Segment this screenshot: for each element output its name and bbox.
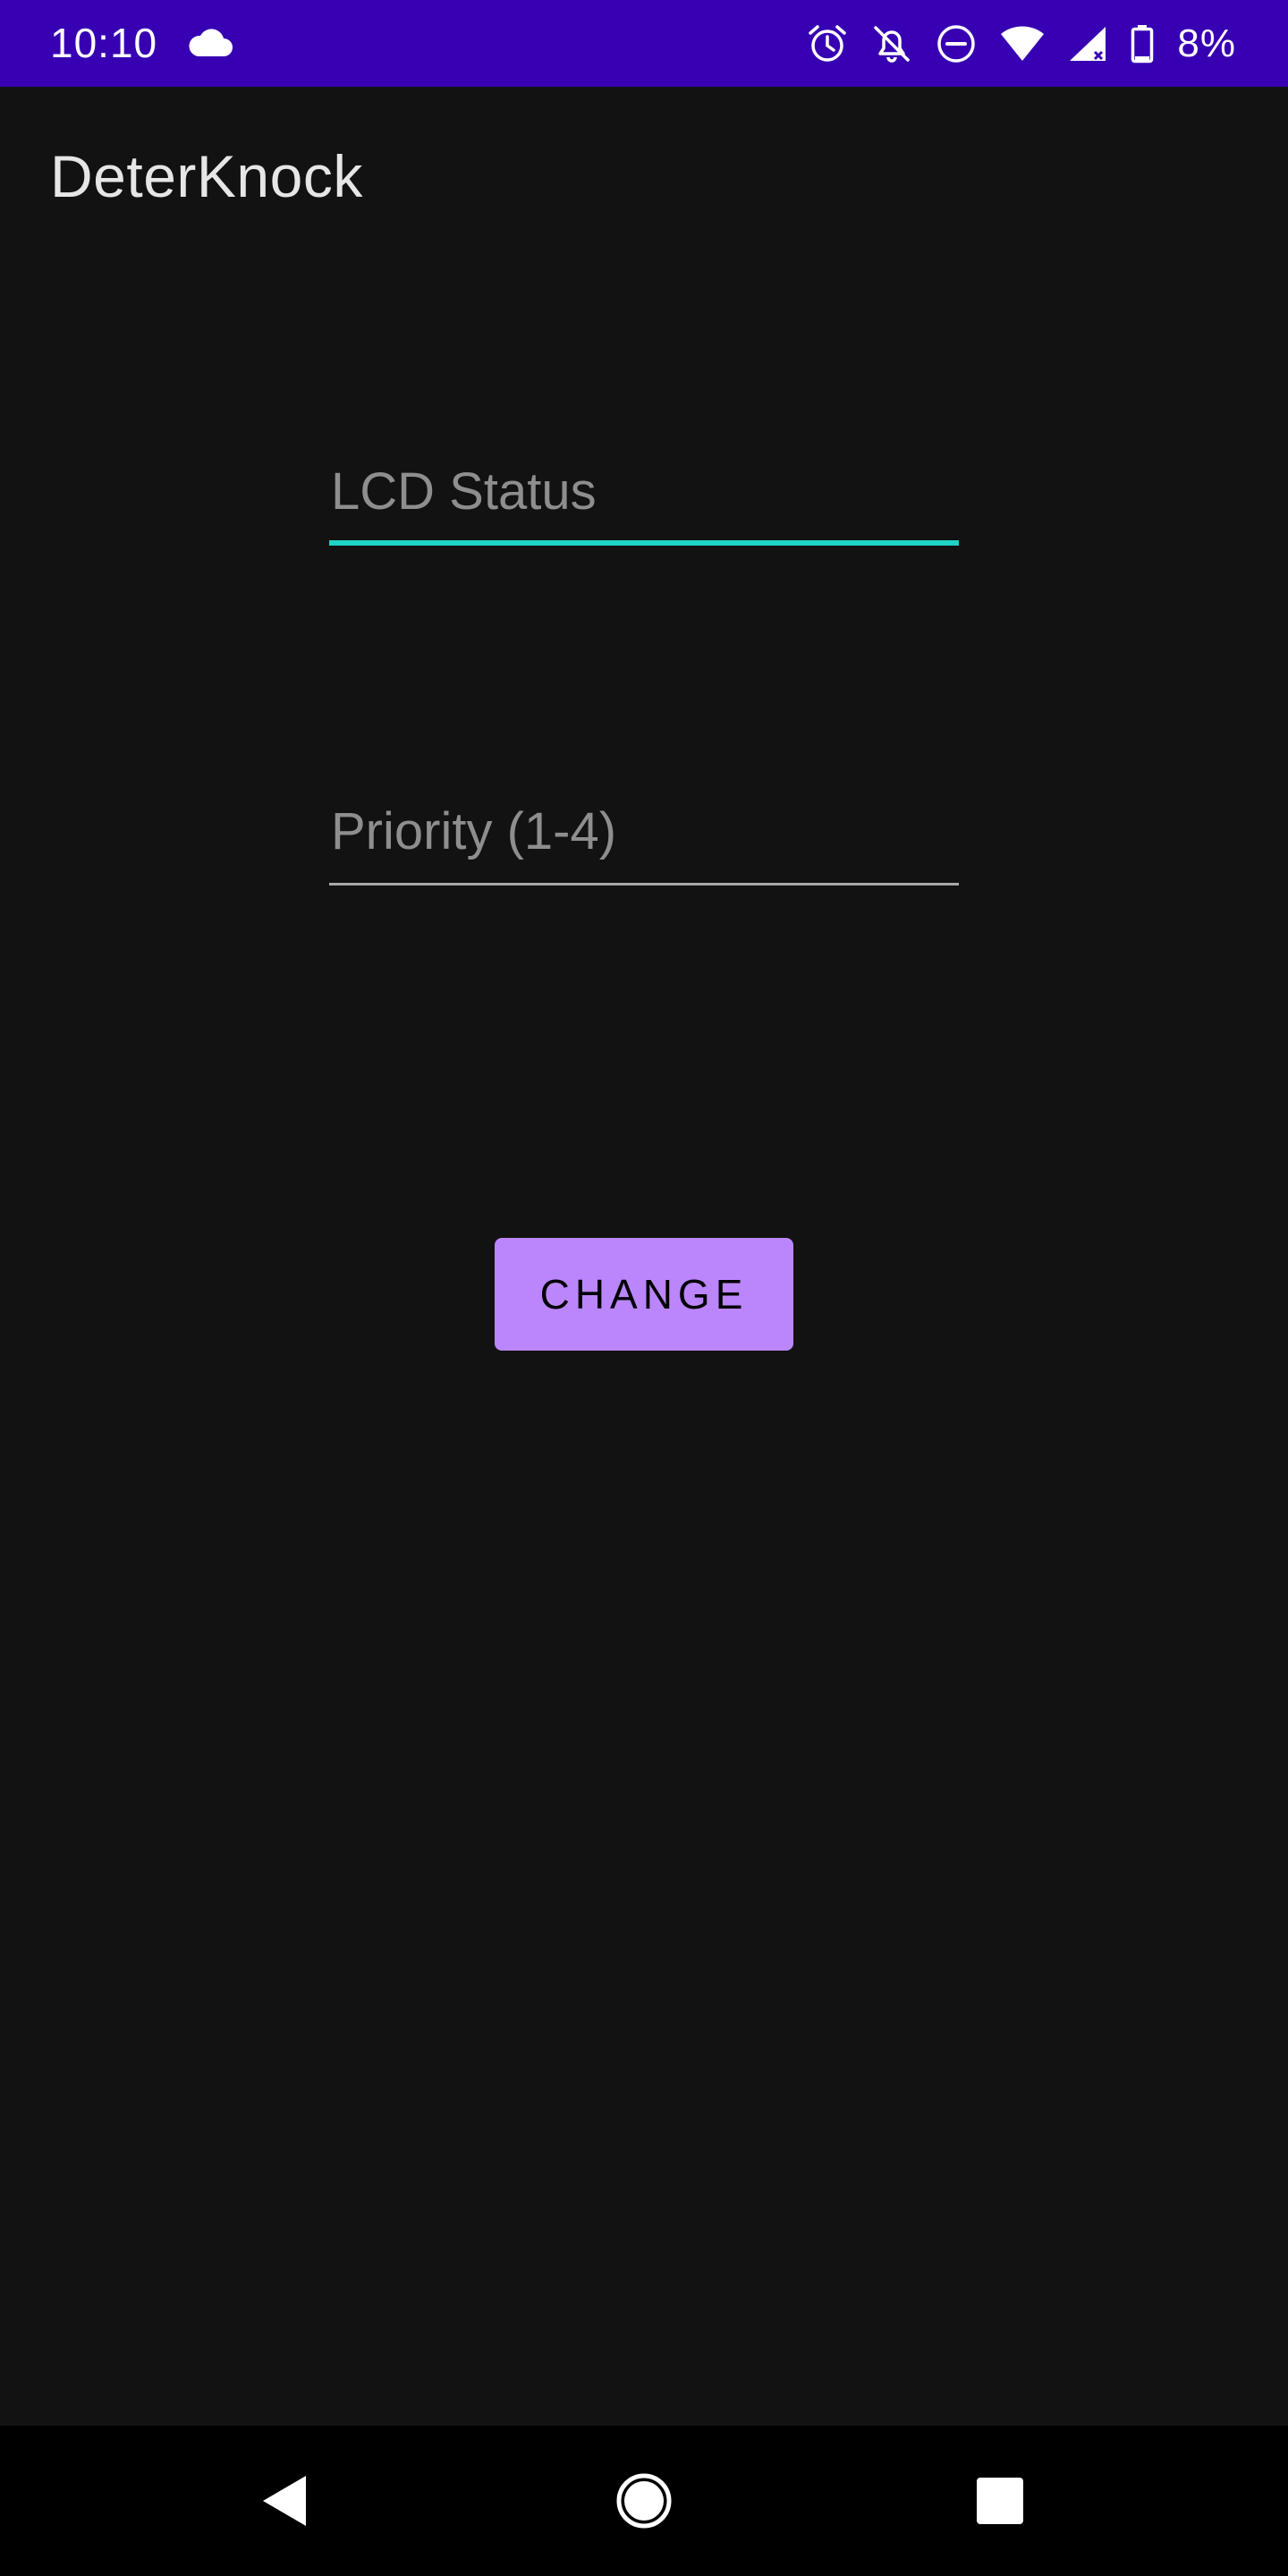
signal-icon (1070, 27, 1106, 61)
wifi-icon (1001, 26, 1045, 61)
priority-underline (329, 883, 959, 886)
back-icon (263, 2476, 306, 2526)
change-button[interactable]: CHANGE (495, 1238, 793, 1351)
do-not-disturb-icon (937, 25, 976, 63)
back-button[interactable] (249, 2465, 320, 2537)
recents-button[interactable] (964, 2465, 1036, 2537)
status-bar: 10:10 8% (0, 0, 1288, 87)
lcd-status-input[interactable] (329, 447, 959, 546)
status-time: 10:10 (50, 20, 158, 66)
app-title: DeterKnock (50, 143, 363, 209)
alarm-icon (809, 25, 847, 62)
cloud-icon (189, 29, 233, 56)
priority-field[interactable] (329, 787, 959, 886)
battery-percentage: 8% (1177, 21, 1236, 65)
lcd-status-field[interactable] (329, 447, 959, 546)
navigation-bar (0, 2426, 1288, 2576)
home-icon (616, 2473, 672, 2529)
lcd-status-underline (329, 540, 959, 546)
notifications-off-icon (874, 26, 911, 63)
status-icons: 8% (807, 18, 1236, 70)
battery-icon (1131, 25, 1154, 64)
recents-icon (977, 2478, 1023, 2524)
home-button[interactable] (608, 2465, 680, 2537)
priority-input[interactable] (329, 787, 959, 886)
